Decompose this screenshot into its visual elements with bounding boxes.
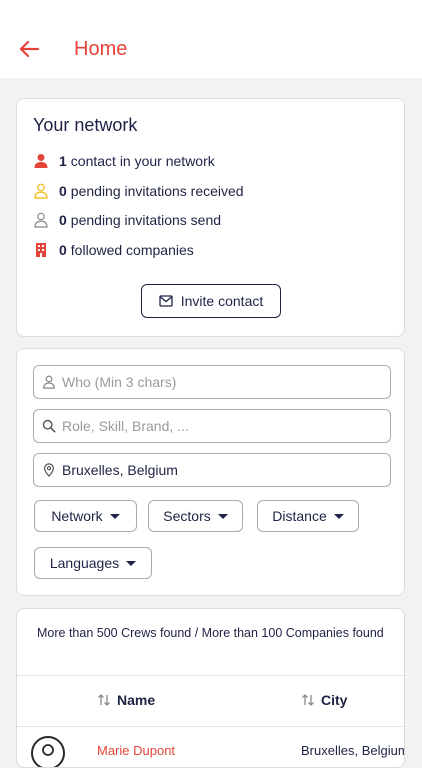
stat-companies: 0 followed companies [33,240,194,260]
person-outline-icon [33,212,49,228]
row-city: Bruxelles, Belgium [301,743,405,758]
stat-count: 0 [59,242,67,258]
network-title: Your network [33,115,138,135]
search-icon [42,419,56,433]
stat-label: followed companies [70,242,194,258]
page-title: Home [74,38,128,60]
person-outline-icon [33,183,49,199]
who-input[interactable] [62,374,362,390]
stat-contacts: 1 contact in your network [33,151,215,171]
languages-filter-label: Languages [49,555,120,571]
network-filter-dropdown[interactable]: Network [34,500,137,532]
who-field[interactable] [33,365,391,399]
sort-icon [98,694,110,706]
caret-down-icon [109,513,120,519]
stat-label: contact in your network [70,153,215,169]
invite-contact-label: Invite contact [180,293,264,309]
location-input[interactable] [62,462,362,478]
stat-label: pending invitations received [70,183,244,199]
back-arrow-icon[interactable] [18,38,40,60]
distance-filter-label: Distance [272,508,327,524]
avatar [31,736,65,767]
stat-sent: 0 pending invitations send [33,210,221,230]
sectors-filter-dropdown[interactable]: Sectors [148,500,243,532]
results-card: More than 500 Crews found / More than 10… [16,608,405,768]
stat-count: 0 [59,212,67,228]
languages-filter-dropdown[interactable]: Languages [34,547,152,579]
table-header: Name City [17,675,404,727]
table-row[interactable]: Marie Dupont Bruxelles, Belgium [17,726,405,767]
role-field[interactable] [33,409,391,443]
envelope-icon [159,295,173,307]
stat-received: 0 pending invitations received [33,181,244,201]
stat-count: 1 [59,153,67,169]
caret-down-icon [126,560,137,566]
network-filter-label: Network [51,508,103,524]
person-filled-icon [33,153,49,169]
top-bar: Home [0,0,422,78]
location-pin-icon [42,463,56,477]
city-column-header[interactable]: City [301,692,347,708]
sort-icon [302,694,314,706]
person-outline-icon [42,744,54,756]
building-icon [33,242,49,258]
caret-down-icon [217,513,228,519]
name-column-label: Name [117,692,156,708]
name-column-header[interactable]: Name [97,692,155,708]
stat-count: 0 [59,183,67,199]
sectors-filter-label: Sectors [163,508,211,524]
role-input[interactable] [62,418,362,434]
person-outline-icon [42,375,56,389]
distance-filter-dropdown[interactable]: Distance [257,500,359,532]
results-summary: More than 500 Crews found / More than 10… [37,626,384,640]
caret-down-icon [333,513,344,519]
stat-label: pending invitations send [70,212,222,228]
network-card: Your network 1 contact in your network 0… [16,98,405,337]
city-column-label: City [321,692,348,708]
row-name[interactable]: Marie Dupont [97,743,175,758]
search-card: Network Sectors Distance Languages [16,348,405,596]
location-field[interactable] [33,453,391,487]
invite-contact-button[interactable]: Invite contact [141,284,281,318]
